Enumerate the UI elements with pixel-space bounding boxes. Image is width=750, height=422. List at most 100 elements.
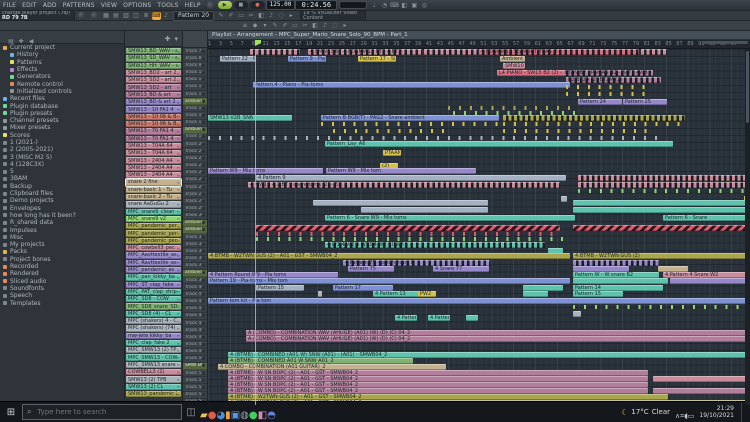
browser-item[interactable]: 5	[3, 168, 124, 175]
clip[interactable]	[318, 291, 322, 297]
clip[interactable]	[573, 207, 750, 213]
browser-item[interactable]: Plugin database	[3, 102, 124, 109]
horizontal-scrollbar[interactable]	[702, 41, 748, 44]
track-arm-icon[interactable]	[202, 286, 205, 289]
browser-item[interactable]: Recent files	[3, 95, 124, 102]
pattern-selector[interactable]: Pattern 20	[173, 11, 214, 21]
menu-edit[interactable]: EDIT	[19, 2, 40, 9]
task-view-icon[interactable]: ◫	[182, 407, 200, 418]
pattern-chip[interactable]: COWBELL3 (2) ≡	[126, 369, 181, 375]
clip[interactable]	[566, 92, 651, 96]
track-arm-icon[interactable]	[202, 350, 205, 353]
clip[interactable]: 4 W1 4 W2 4 W13 4 W2 COW8	[325, 242, 545, 248]
draw-tool-icon[interactable]: ✎	[271, 22, 280, 30]
track-row[interactable]: Track 52	[183, 370, 207, 377]
tempo-display[interactable]: 125.00	[266, 0, 296, 10]
song-progress-bar[interactable]	[339, 1, 367, 9]
clip[interactable]: 4 BTMB - W2TWN GUS (2) - A01 - GST - SMW…	[208, 253, 570, 259]
browser-item[interactable]: Demo projects	[3, 197, 124, 204]
track-arm-icon[interactable]	[202, 257, 205, 260]
pattern-chip[interactable]: SMW13_SD_WAV - art ≡	[126, 55, 181, 61]
metronome-icon[interactable]: ♩	[370, 1, 379, 9]
track-row[interactable]: Track 35	[183, 248, 207, 255]
clip[interactable]: 4 BDSMW13 TEAROUT TRAS_2	[479, 49, 639, 55]
track-row[interactable]: Track 15	[183, 105, 207, 112]
clip[interactable]: L4 PIANO - SW13 B2 (2) - GUT	[497, 70, 564, 76]
track-arm-icon[interactable]	[202, 379, 205, 382]
photos-icon[interactable]: ▣	[231, 410, 240, 421]
track-arm-icon[interactable]	[202, 135, 205, 138]
browser-item[interactable]: Recorded	[3, 263, 124, 270]
track-row[interactable]: Track 54	[183, 384, 207, 391]
clip[interactable]: SMW102 SOLO_B2	[503, 63, 525, 69]
track-arm-icon[interactable]	[202, 236, 205, 239]
edge-icon[interactable]: ◕	[216, 410, 225, 421]
playback-tool-icon[interactable]: ▸	[341, 22, 350, 30]
mute-tool-icon[interactable]: ♪	[321, 22, 330, 30]
track-row[interactable]: Track 34	[183, 241, 207, 248]
menu-add[interactable]: ADD	[40, 2, 60, 9]
browser-item[interactable]: Remote control	[10, 80, 124, 87]
track-arm-icon[interactable]	[202, 57, 205, 60]
clip[interactable]: Pattern tom kit - Pia tom	[208, 298, 750, 304]
track-row[interactable]: Track 33	[183, 234, 207, 241]
browser-item[interactable]: Envelopes	[3, 205, 124, 212]
pattern-chip[interactable]: SMW13 - 2404 A4 ≡	[126, 165, 181, 171]
track-arm-icon[interactable]	[202, 264, 205, 267]
browser-item[interactable]: Sliced audio	[3, 278, 124, 285]
stop-button[interactable]: ■	[234, 1, 249, 9]
pattern-chip[interactable]: MPC_pan_kikky_ba ≡	[126, 274, 181, 280]
track-row[interactable]: Track 53	[183, 377, 207, 384]
clip[interactable]	[578, 175, 750, 181]
browser-item[interactable]: Scores	[3, 132, 124, 139]
clip[interactable]	[208, 136, 663, 140]
picker-add-icon[interactable]: ✚	[165, 35, 171, 43]
pattern-chip[interactable]: SMW13 - 10 06 & BPM ≡	[126, 114, 181, 120]
clip[interactable]: PTAAN A	[383, 150, 401, 156]
track-row[interactable]: Track 43	[183, 306, 207, 313]
playback-icon[interactable]: ▸	[287, 12, 296, 20]
pattern-chip[interactable]: SMW13 (2) TPB ≡	[126, 376, 181, 382]
track-row[interactable]: Track 48	[183, 341, 207, 348]
track-arm-icon[interactable]	[202, 78, 205, 81]
vertical-scrollbar[interactable]	[745, 49, 750, 405]
track-arm-icon[interactable]	[202, 157, 205, 160]
track-row[interactable]: Track 12	[183, 84, 207, 91]
track-row[interactable]: Track 13	[183, 91, 207, 98]
playlist-grid[interactable]: 4 SMW13 BT 4 BDSMW13 BT2 4 BT2 4 BDSMW13…	[208, 49, 750, 405]
browser-item[interactable]: History	[10, 51, 124, 58]
track-arm-icon[interactable]	[202, 393, 205, 396]
pattern-chip[interactable]: SMW13 - 2404 A4 ≡	[126, 172, 181, 178]
track-arm-icon[interactable]	[202, 71, 205, 74]
track-arm-icon[interactable]	[202, 221, 205, 224]
pattern-chip[interactable]: SMW13 - 70 FA1 4 ≡	[126, 128, 181, 134]
track-arm-icon[interactable]	[202, 164, 205, 167]
track-row[interactable]: Track 16	[183, 112, 207, 119]
track-arm-icon[interactable]	[202, 228, 205, 231]
pattern-chip[interactable]: MPC (shakers) (74) ≡	[126, 325, 181, 331]
browser-item[interactable]: Speech	[3, 292, 124, 299]
slice-icon[interactable]: ✂	[247, 12, 256, 20]
playlist-title[interactable]: Playlist - Arrangement - MPC_Super_Mario…	[208, 31, 750, 40]
clip[interactable]: PTAN B2 - PAMAN B2 - BAT2 4WB	[563, 70, 653, 76]
browser-item[interactable]: R_shared data	[3, 219, 124, 226]
track-row[interactable]: Track 30	[183, 213, 207, 220]
track-arm-icon[interactable]	[202, 243, 205, 246]
picker-menu-icon[interactable]: ▾	[174, 35, 178, 43]
clip[interactable]	[670, 278, 750, 284]
pattern-chip[interactable]: MPC_SMW13 (2) TPB ≡	[126, 347, 181, 353]
track-row[interactable]: Track 17	[183, 120, 207, 127]
track-arm-icon[interactable]	[202, 293, 205, 296]
track-arm-icon[interactable]	[202, 372, 205, 375]
browser-item[interactable]: 1 (2021-)	[3, 139, 124, 146]
pattern-chip[interactable]: MPC_snare9_clean ≡	[126, 209, 181, 215]
browser-item[interactable]: Patterns	[10, 59, 124, 66]
track-arm-icon[interactable]	[202, 329, 205, 332]
pattern-chip[interactable]: MPC_pandemic_per 2 ≡	[126, 230, 181, 236]
pattern-chip[interactable]: snare 2 fine ≡	[126, 179, 181, 185]
clip[interactable]	[321, 122, 499, 126]
track-arm-icon[interactable]	[202, 150, 205, 153]
track-arm-icon[interactable]	[202, 64, 205, 67]
browser-item[interactable]: Mixer presets	[3, 124, 124, 131]
pattern-chip[interactable]: MPC_SD8_snare_SD8 ≡	[126, 303, 181, 309]
